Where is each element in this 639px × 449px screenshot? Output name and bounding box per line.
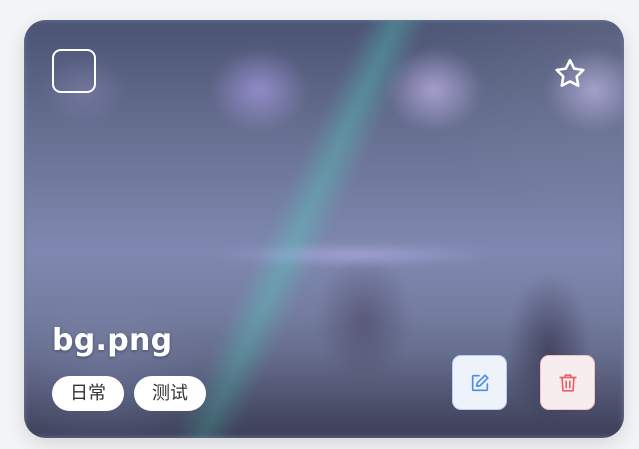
image-card[interactable]: bg.png 日常 测试 xyxy=(24,20,624,438)
tag-list: 日常 测试 xyxy=(52,376,206,411)
edit-button[interactable] xyxy=(452,355,507,410)
edit-icon xyxy=(471,373,489,391)
file-name: bg.png xyxy=(52,323,173,358)
star-icon[interactable] xyxy=(552,56,588,92)
delete-button[interactable] xyxy=(540,355,595,410)
tag-chip[interactable]: 日常 xyxy=(52,376,124,411)
tag-chip[interactable]: 测试 xyxy=(134,376,206,411)
trash-icon xyxy=(558,373,577,392)
select-checkbox[interactable] xyxy=(52,49,96,93)
